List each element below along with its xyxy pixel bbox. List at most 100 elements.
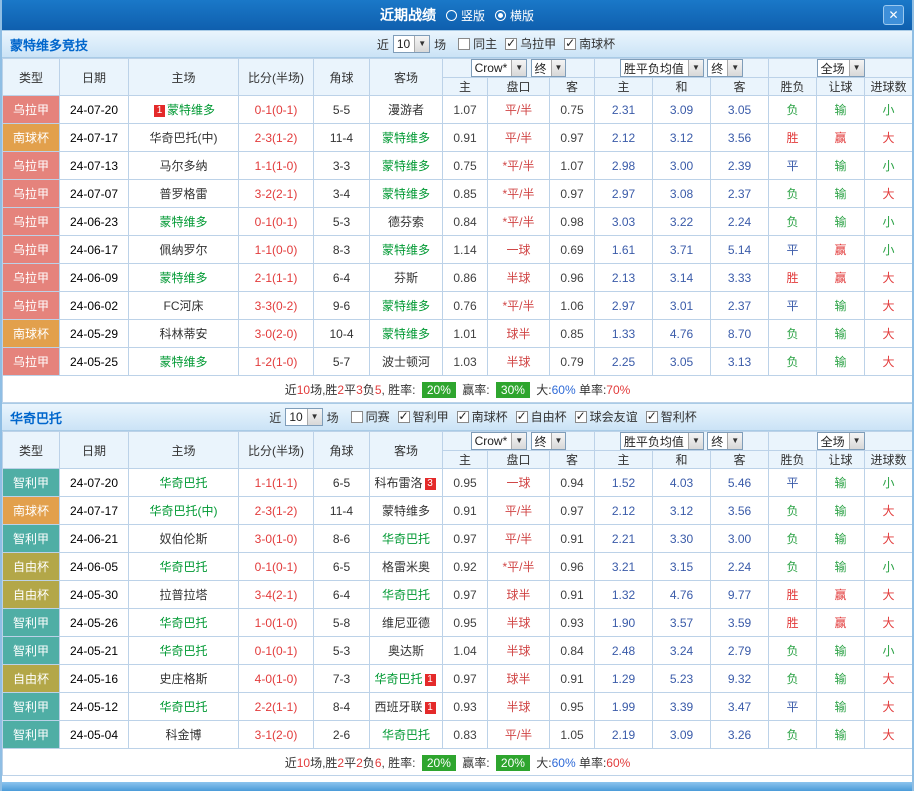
asian-handicap: 平/半 [488, 497, 550, 525]
layout-radio-horizontal[interactable]: 横版 [495, 7, 534, 24]
summary-segment: 10 [297, 383, 310, 397]
team-name: 华奇巴托(中) [150, 504, 218, 518]
away-team: 维尼亚德 [370, 609, 443, 637]
match-date: 24-06-23 [60, 208, 129, 236]
europe-away-odds: 9.32 [711, 665, 769, 693]
result-handicap: 输 [817, 152, 865, 180]
league-badge: 智利甲 [3, 525, 60, 553]
recent-count-select[interactable]: 10 ▼ [285, 408, 322, 426]
near-label: 近 [377, 36, 389, 53]
result-wdl: 负 [769, 721, 817, 749]
checkbox-icon[interactable] [458, 38, 470, 50]
summary-segment: 负 [363, 383, 375, 397]
col-result-goals: 进球数 [865, 451, 913, 469]
scope-select[interactable]: 全场▼ [817, 59, 865, 77]
window-title: 近期战绩 [380, 5, 436, 25]
filter-checkbox[interactable]: 南球杯 [564, 35, 615, 52]
filter-checkbox[interactable]: 智利甲 [398, 408, 449, 425]
match-score: 3-0(2-0) [239, 320, 314, 348]
result-goals: 大 [865, 525, 913, 553]
filter-checkbox[interactable]: 自由杯 [516, 408, 567, 425]
layout-radio-vertical[interactable]: 竖版 [446, 7, 485, 24]
team-name: 蒙特维多 [382, 159, 430, 173]
odds-source-select[interactable]: Crow*▼ [471, 59, 528, 77]
europe-final-select[interactable]: 终▼ [707, 59, 743, 77]
europe-away-odds: 2.37 [711, 180, 769, 208]
checkbox-icon[interactable] [516, 411, 528, 423]
filter-checkbox[interactable]: 球会友谊 [575, 408, 638, 425]
section-summary: 近10场,胜2平2负6, 胜率: 20% 赢率: 20% 大:60% 单率:60… [3, 749, 913, 776]
summary-segment: , 胜率: [382, 756, 419, 770]
europe-away-odds: 5.14 [711, 236, 769, 264]
asian-home-odds: 0.86 [443, 264, 488, 292]
games-label: 场 [327, 409, 339, 426]
checkbox-icon[interactable] [646, 411, 658, 423]
close-button[interactable]: ✕ [883, 5, 904, 25]
away-team: 华奇巴托 [370, 581, 443, 609]
checkbox-icon[interactable] [457, 411, 469, 423]
asian-away-odds: 0.79 [550, 348, 595, 376]
radio-icon[interactable] [495, 10, 506, 21]
asian-home-odds: 0.83 [443, 721, 488, 749]
filter-checkbox[interactable]: 南球杯 [457, 408, 508, 425]
result-wdl: 平 [769, 469, 817, 497]
team-name: 蒙特维多 [382, 243, 430, 257]
scope-group: 全场▼ [769, 432, 913, 451]
near-label: 近 [269, 409, 281, 426]
checkbox-icon[interactable] [398, 411, 410, 423]
col-type: 类型 [3, 59, 60, 96]
match-row: 乌拉甲24-06-02FC河床3-3(0-2)9-6蒙特维多0.76*平/半1.… [3, 292, 913, 320]
chevron-down-icon: ▼ [511, 60, 526, 76]
filter-label: 乌拉甲 [520, 35, 556, 52]
europe-draw-odds: 3.22 [653, 208, 711, 236]
summary-segment: 场,胜 [310, 756, 337, 770]
filter-checkbox[interactable]: 同赛 [351, 408, 390, 425]
match-row: 南球杯24-07-17华奇巴托(中)2-3(1-2)11-4蒙特维多0.91平/… [3, 124, 913, 152]
recent-count-select[interactable]: 10 ▼ [393, 35, 430, 53]
odds-final-select[interactable]: 终▼ [531, 432, 567, 450]
league-badge: 乌拉甲 [3, 348, 60, 376]
chevron-down-icon: ▼ [688, 433, 703, 449]
col-odds-home: 主 [443, 451, 488, 469]
europe-source-select[interactable]: 胜平负均值▼ [620, 59, 704, 77]
checkbox-icon[interactable] [505, 38, 517, 50]
europe-away-odds: 2.37 [711, 292, 769, 320]
odds-final-select[interactable]: 终▼ [531, 59, 567, 77]
odds-source-select[interactable]: Crow*▼ [471, 432, 528, 450]
europe-home-odds: 2.98 [595, 152, 653, 180]
result-goals: 大 [865, 320, 913, 348]
checkbox-icon[interactable] [564, 38, 576, 50]
col-corner: 角球 [314, 432, 370, 469]
team-name: 蒙特维多 [159, 215, 207, 229]
filter-checkbox[interactable]: 同主 [458, 35, 497, 52]
layout-radio-group: 竖版横版 [436, 7, 534, 24]
corner-count: 3-4 [314, 180, 370, 208]
corner-count: 10-4 [314, 320, 370, 348]
scope-select[interactable]: 全场▼ [817, 432, 865, 450]
asian-handicap: 半球 [488, 637, 550, 665]
result-goals: 小 [865, 469, 913, 497]
radio-icon[interactable] [446, 10, 457, 21]
europe-draw-odds: 3.12 [653, 124, 711, 152]
chevron-down-icon: ▼ [688, 60, 703, 76]
checkbox-icon[interactable] [351, 411, 363, 423]
filter-checkbox[interactable]: 乌拉甲 [505, 35, 556, 52]
match-date: 24-05-16 [60, 665, 129, 693]
team-name: 蒙特维多 [382, 131, 430, 145]
checkbox-icon[interactable] [575, 411, 587, 423]
asian-away-odds: 0.93 [550, 609, 595, 637]
home-team: 蒙特维多 [129, 348, 239, 376]
europe-away-odds: 3.26 [711, 721, 769, 749]
asian-away-odds: 0.69 [550, 236, 595, 264]
result-handicap: 输 [817, 180, 865, 208]
europe-final-select[interactable]: 终▼ [707, 432, 743, 450]
filter-checkbox[interactable]: 智利杯 [646, 408, 697, 425]
europe-away-odds: 9.77 [711, 581, 769, 609]
filter-label: 同主 [473, 35, 497, 52]
asian-handicap: 一球 [488, 236, 550, 264]
europe-source-select[interactable]: 胜平负均值▼ [620, 432, 704, 450]
asian-handicap: 平/半 [488, 525, 550, 553]
corner-count: 9-6 [314, 292, 370, 320]
col-odds-away: 客 [550, 78, 595, 96]
matches-table: 类型 日期 主场 比分(半场) 角球 客场 Crow*▼ 终▼ 胜平负均值▼ 终… [2, 431, 913, 776]
